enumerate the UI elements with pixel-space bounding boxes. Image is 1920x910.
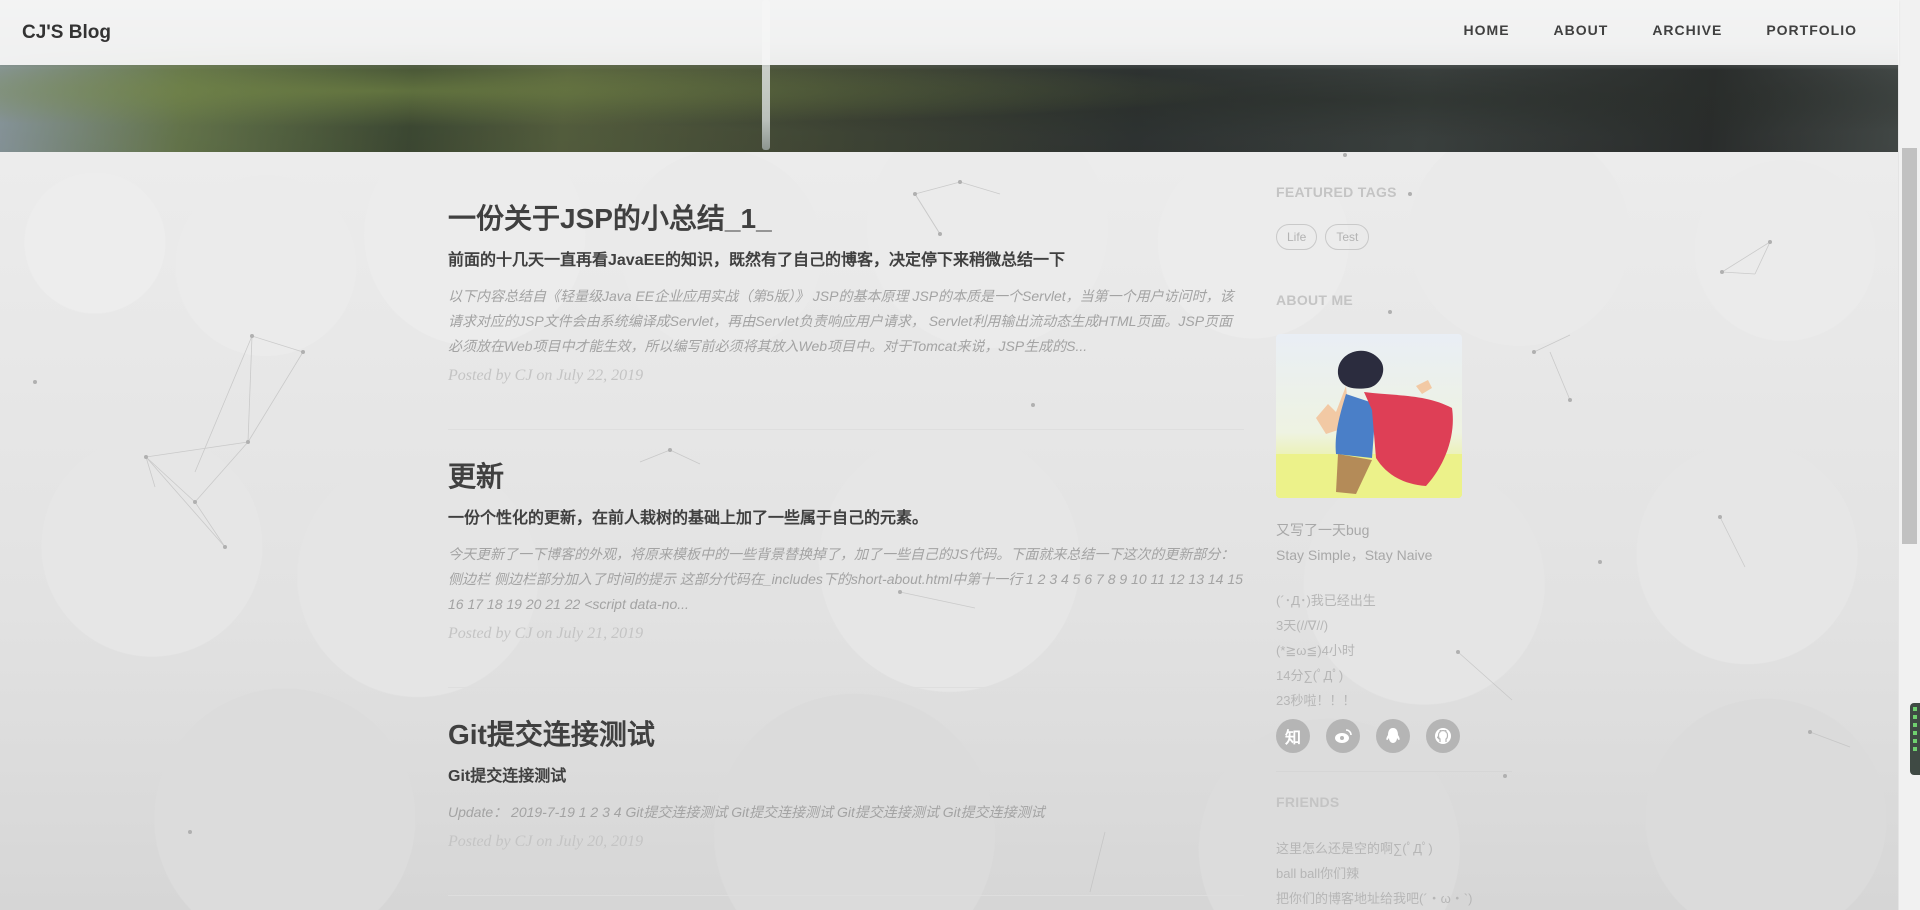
sidebar-divider — [1276, 771, 1512, 772]
post-subtitle[interactable]: 一份个性化的更新，在前人栽树的基础上加了一些属于自己的元素。 — [448, 504, 1244, 528]
timer-line: (´･Д･)我已经出生 — [1276, 593, 1376, 608]
post-meta: Posted by CJ on July 22, 2019 — [448, 367, 644, 384]
qq-icon[interactable] — [1376, 719, 1410, 753]
top-navbar: CJ'S Blog HOME ABOUT ARCHIVE PORTFOLIO — [0, 0, 1899, 65]
nav-links: HOME ABOUT ARCHIVE PORTFOLIO — [1420, 22, 1857, 38]
post-title[interactable]: 一份关于JSP的小总结_1_ — [448, 202, 1244, 236]
post-title[interactable]: Git提交连接测试 — [448, 718, 1244, 752]
social-links: 知 — [1276, 719, 1516, 753]
post-meta: Posted by CJ on July 21, 2019 — [448, 625, 644, 642]
post-excerpt[interactable]: Update： 2019-7-19 1 2 3 4 Git提交连接测试 Git提… — [448, 800, 1244, 825]
scrollbar-thumb[interactable] — [1902, 148, 1917, 544]
about-me-heading: ABOUT ME — [1276, 292, 1354, 308]
post-excerpt[interactable]: 今天更新了一下博客的外观，将原来模板中的一些背景替换掉了，加了一些自己的JS代码… — [448, 542, 1244, 617]
sidebar: FEATURED TAGS Life Test ABOUT ME 又写了一天bu… — [1276, 152, 1516, 910]
tag-life[interactable]: Life — [1276, 224, 1318, 250]
tag-test[interactable]: Test — [1325, 224, 1370, 250]
post-meta: Posted by CJ on July 20, 2019 — [448, 833, 644, 850]
avatar-illustration — [1276, 350, 1462, 498]
site-brand[interactable]: CJ'S Blog — [22, 22, 111, 44]
side-widget-tab[interactable] — [1910, 703, 1920, 775]
post-preview: 更新 一份个性化的更新，在前人栽树的基础上加了一些属于自己的元素。 今天更新了一… — [448, 430, 1244, 688]
zhihu-icon[interactable]: 知 — [1276, 719, 1310, 753]
nav-link-home[interactable]: HOME — [1464, 22, 1510, 38]
nav-link-portfolio[interactable]: PORTFOLIO — [1766, 22, 1857, 38]
friends-line: ball ball你们辣 — [1276, 866, 1360, 881]
post-preview: 一份关于JSP的小总结_1_ 前面的十几天一直再看JavaEE的知识，既然有了自… — [448, 152, 1244, 430]
post-preview: Git提交连接测试 Git提交连接测试 Update： 2019-7-19 1 … — [448, 688, 1244, 896]
featured-tags-heading: FEATURED TAGS — [1276, 184, 1397, 200]
hero-mountain-ridge — [0, 64, 1899, 152]
timer-line: 23秒啦！！！ — [1276, 693, 1356, 708]
nav-link-archive[interactable]: ARCHIVE — [1652, 22, 1722, 38]
post-subtitle[interactable]: 前面的十几天一直再看JavaEE的知识，既然有了自己的博客，决定停下来稍微总结一… — [448, 246, 1244, 270]
post-divider — [448, 895, 1244, 896]
timer-line: (*≧ω≦)4小时 — [1276, 643, 1355, 658]
post-subtitle[interactable]: Git提交连接测试 — [448, 762, 1244, 786]
friends-line: 把你们的博客地址给我吧(´・ω・`) — [1276, 891, 1473, 906]
timer-line: 3天(//∇//) — [1276, 618, 1329, 633]
nav-link-about[interactable]: ABOUT — [1554, 22, 1609, 38]
avatar — [1276, 334, 1462, 498]
friends-heading: FRIENDS — [1276, 794, 1340, 810]
about-line-2: Stay Simple，Stay Naive — [1276, 547, 1433, 563]
tag-list: Life Test — [1276, 224, 1516, 250]
weibo-icon[interactable] — [1326, 719, 1360, 753]
post-excerpt[interactable]: 以下内容总结自《轻量级Java EE企业应用实战（第5版）》 JSP的基本原理 … — [448, 284, 1244, 359]
github-icon[interactable] — [1426, 719, 1460, 753]
friends-line: 这里怎么还是空的啊∑(ﾟДﾟ) — [1276, 841, 1433, 856]
birth-timer: (´･Д･)我已经出生 3天(//∇//) (*≧ω≦)4小时 14分∑(ﾟДﾟ… — [1276, 588, 1516, 713]
post-list: 一份关于JSP的小总结_1_ 前面的十几天一直再看JavaEE的知识，既然有了自… — [448, 152, 1244, 896]
timer-line: 14分∑(ﾟДﾟ) — [1276, 668, 1344, 683]
about-line-1: 又写了一天bug — [1276, 522, 1370, 538]
friends-list: 这里怎么还是空的啊∑(ﾟДﾟ) ball ball你们辣 把你们的博客地址给我吧… — [1276, 836, 1516, 910]
post-title[interactable]: 更新 — [448, 460, 1244, 494]
